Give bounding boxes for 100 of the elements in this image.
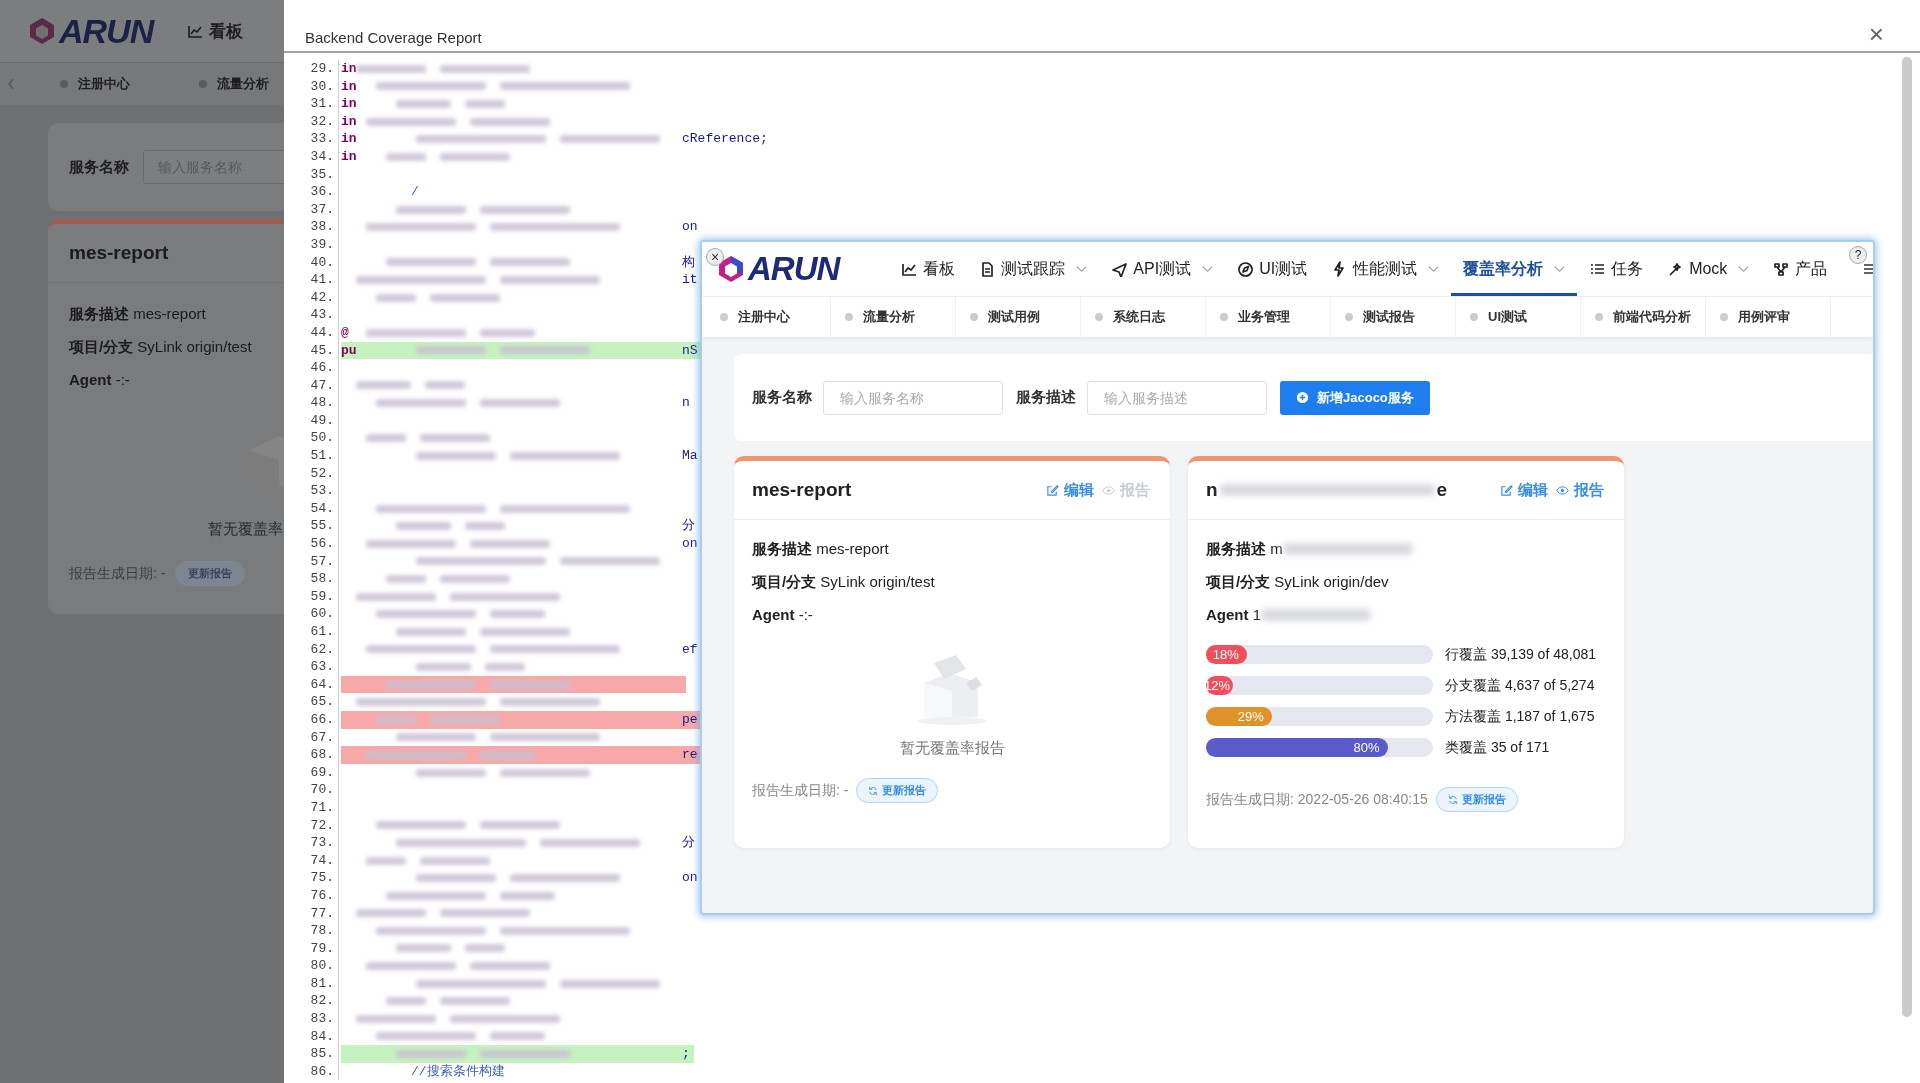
- nav-tab[interactable]: Mock: [1655, 242, 1762, 296]
- line-number: 40.: [284, 253, 339, 272]
- code-text: 分: [682, 517, 695, 536]
- logo-text: ARUN: [59, 11, 154, 51]
- code-text: it: [682, 271, 698, 289]
- subnav-tab[interactable]: 注册中心: [46, 75, 185, 93]
- report-date: 报告生成日期: 2022-05-26 08:40:15: [1206, 790, 1428, 809]
- field-label: 服务描述: [1016, 388, 1076, 407]
- line-number: 73.: [284, 834, 339, 852]
- subnav-tab[interactable]: 流量分析: [831, 297, 956, 337]
- service-description-field[interactable]: 输入服务描述: [1087, 380, 1267, 415]
- paper-plane-icon: [1111, 261, 1129, 277]
- line-number: 71.: [284, 798, 339, 817]
- subnav-tab[interactable]: 注册中心: [706, 297, 831, 337]
- line-number: 68.: [284, 746, 339, 764]
- add-service-button[interactable]: 新增Jacoco服务: [1280, 380, 1430, 415]
- subnav-tab[interactable]: 测试报告: [1331, 297, 1456, 337]
- code-text: on: [682, 218, 698, 236]
- code-text: in: [341, 95, 356, 113]
- nav-tab[interactable]: 任务: [1577, 242, 1656, 296]
- percent-label: 80%: [1353, 739, 1381, 757]
- close-button[interactable]: ×: [1868, 22, 1884, 46]
- empty-message: 暂无覆盖率报告: [898, 739, 1006, 758]
- edit-icon: [1046, 483, 1059, 497]
- code-text: in: [341, 147, 356, 166]
- line-number: 46.: [284, 359, 339, 377]
- code-text: pe: [682, 710, 698, 729]
- nodes-icon: [1773, 261, 1791, 277]
- line-number: 56.: [284, 535, 339, 553]
- nav-tab[interactable]: API测试: [1099, 242, 1226, 296]
- nav-tab[interactable]: 看板: [889, 242, 968, 296]
- code-comment: //搜索条件构建: [410, 1062, 505, 1081]
- line-number: 63.: [284, 658, 339, 676]
- subnav-tab[interactable]: 前端代码分析: [1581, 297, 1706, 337]
- line-number: 83.: [284, 1010, 339, 1028]
- line-number: 61.: [284, 623, 339, 641]
- code-text: @: [341, 323, 350, 342]
- line-number: 69.: [284, 763, 339, 782]
- nav-tab[interactable]: UI测试: [1225, 242, 1320, 296]
- compass-icon: [1237, 261, 1255, 277]
- line-number: 44.: [284, 323, 339, 342]
- subnav-tab[interactable]: 系统日志: [1081, 297, 1206, 337]
- scrollbar[interactable]: [1902, 57, 1912, 1017]
- menu-icon[interactable]: [1863, 262, 1873, 276]
- eye-icon: [1556, 483, 1569, 497]
- coverage-label: 类覆盖 35 of 171: [1445, 738, 1550, 757]
- code-text: in: [341, 112, 356, 131]
- project-branch: 项目/分支 SyLink origin/dev: [1206, 572, 1389, 592]
- line-number: 48.: [284, 394, 339, 412]
- line-number: 84.: [284, 1027, 339, 1046]
- code-text: in: [341, 77, 356, 96]
- chart-icon: [901, 261, 919, 277]
- agent-info: Agent -:-: [69, 370, 131, 390]
- line-number: 62.: [284, 640, 339, 659]
- code-text: on: [682, 535, 698, 553]
- card-title: n: [1206, 479, 1218, 501]
- list-icon: [1589, 261, 1607, 277]
- line-number: 79.: [284, 939, 339, 958]
- subnav-tab[interactable]: UI测试: [1456, 297, 1581, 337]
- percent-label: 12%: [1203, 677, 1231, 695]
- line-number: 38.: [284, 218, 339, 236]
- percent-label: 18%: [1212, 646, 1240, 664]
- subnav-tab[interactable]: 测试用例: [956, 297, 1081, 337]
- code-text: Ma: [682, 447, 698, 465]
- eye-icon: [1102, 483, 1115, 497]
- code-text: on: [682, 869, 698, 887]
- nav-tab[interactable]: 性能测试: [1319, 242, 1452, 296]
- code-text: 分: [682, 834, 695, 852]
- code-text: nS: [682, 341, 698, 360]
- line-number: 76.: [284, 886, 339, 905]
- nav-tab[interactable]: 测试跟踪: [967, 242, 1100, 296]
- logo-icon: [716, 254, 746, 284]
- line-number: 51.: [284, 447, 339, 465]
- line-number: 49.: [284, 411, 339, 430]
- field-label: 服务名称: [752, 388, 812, 407]
- line-number: 47.: [284, 376, 339, 395]
- line-number: 72.: [284, 816, 339, 835]
- subnav-tab[interactable]: 用例评审: [1706, 297, 1831, 337]
- code-text: n: [682, 394, 690, 412]
- percent-label: 29%: [1237, 708, 1265, 726]
- code-text: ;: [682, 1045, 690, 1063]
- line-number: 43.: [284, 306, 339, 324]
- line-number: 53.: [284, 482, 339, 500]
- line-number: 33.: [284, 130, 339, 148]
- code-text: ef: [682, 640, 698, 659]
- line-number: 30.: [284, 77, 339, 96]
- refresh-icon: [868, 785, 879, 796]
- code-text: re: [682, 746, 698, 764]
- line-number: 45.: [284, 341, 339, 360]
- service-description: 服务描述 m: [1206, 539, 1283, 559]
- line-number: 54.: [284, 499, 339, 518]
- logo-text: ARUN: [748, 250, 840, 288]
- code-text: pu: [341, 341, 356, 360]
- coverage-label: 分支覆盖 4,637 of 5,274: [1445, 676, 1595, 695]
- report-date: 报告生成日期: -: [69, 564, 166, 583]
- nav-item[interactable]: 看板: [187, 19, 244, 43]
- line-number: 81.: [284, 974, 339, 993]
- subnav-tab[interactable]: 流量分析: [185, 75, 284, 93]
- nav-tab[interactable]: 产品: [1761, 242, 1840, 296]
- subnav-tab[interactable]: 业务管理: [1206, 297, 1331, 337]
